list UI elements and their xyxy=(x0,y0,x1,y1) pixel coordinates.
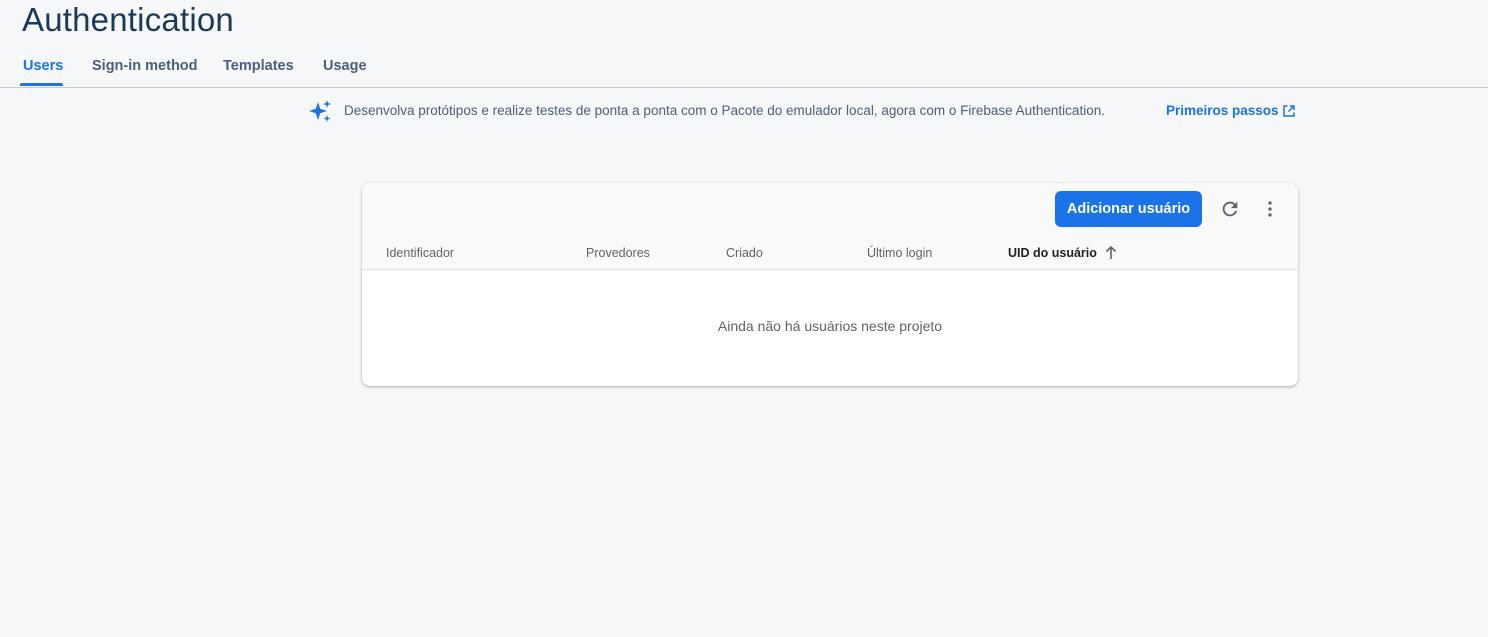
column-header-user-uid[interactable]: UID do usuário xyxy=(1008,246,1117,260)
tab-templates[interactable]: Templates xyxy=(223,58,294,86)
column-header-last-login[interactable]: Último login xyxy=(867,246,932,260)
empty-state-message: Ainda não há usuários neste projeto xyxy=(717,318,943,334)
arrow-up-icon xyxy=(1105,246,1117,260)
tab-sign-in-method[interactable]: Sign-in method xyxy=(92,58,198,86)
column-header-user-uid-label: UID do usuário xyxy=(1008,246,1097,260)
column-header-providers[interactable]: Provedores xyxy=(586,246,650,260)
emulator-banner: Desenvolva protótipos e realize testes d… xyxy=(308,98,1298,124)
more-vert-icon[interactable] xyxy=(1258,197,1282,221)
active-tab-indicator xyxy=(20,83,63,86)
column-header-created[interactable]: Criado xyxy=(726,246,763,260)
add-user-button[interactable]: Adicionar usuário xyxy=(1055,191,1202,227)
tab-users[interactable]: Users xyxy=(23,58,63,86)
open-in-new-icon xyxy=(1282,104,1296,118)
tab-bar: Users Sign-in method Templates Usage xyxy=(0,50,1488,88)
sparkle-icon xyxy=(308,99,334,125)
users-table-card: Adicionar usuário Identificador Provedor… xyxy=(362,183,1298,386)
refresh-icon[interactable] xyxy=(1218,197,1242,221)
column-header-identifier[interactable]: Identificador xyxy=(386,246,454,260)
get-started-link[interactable]: Primeiros passos xyxy=(1166,103,1296,118)
page-title: Authentication xyxy=(22,1,234,38)
banner-message: Desenvolva protótipos e realize testes d… xyxy=(344,103,1105,118)
tab-usage[interactable]: Usage xyxy=(323,58,367,86)
users-table-header: Adicionar usuário Identificador Provedor… xyxy=(362,183,1298,270)
get-started-link-label: Primeiros passos xyxy=(1166,103,1279,118)
